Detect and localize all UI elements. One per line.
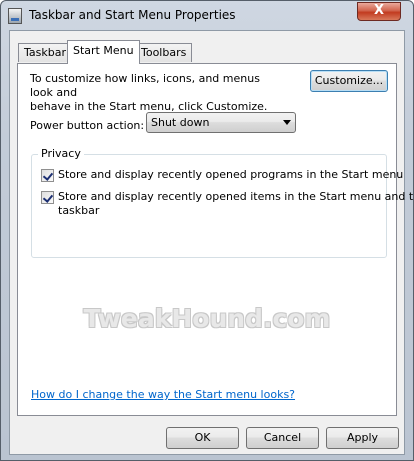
apply-button[interactable]: Apply — [326, 427, 399, 449]
customize-button[interactable]: Customize... — [310, 70, 388, 92]
store-recent-programs-checkbox[interactable] — [41, 169, 54, 182]
dialog-window: Taskbar and Start Menu Properties X Task… — [0, 0, 414, 461]
taskbar-properties-icon — [8, 8, 22, 24]
power-button-label: Power button action: — [30, 119, 145, 132]
tab-taskbar[interactable]: Taskbar — [18, 43, 72, 62]
privacy-group: Privacy Store and display recently opene… — [31, 147, 414, 258]
store-recent-programs-label: Store and display recently opened progra… — [58, 168, 404, 181]
watermark-logo: TweakHound.com — [83, 304, 331, 333]
checkmark-icon — [42, 192, 54, 203]
tab-toolbars[interactable]: Toolbars — [135, 43, 193, 62]
description-line-1: To customize how links, icons, and menus… — [30, 72, 260, 99]
start-menu-tab-page: To customize how links, icons, and menus… — [17, 63, 414, 416]
ok-button[interactable]: OK — [166, 427, 239, 449]
cancel-button[interactable]: Cancel — [246, 427, 319, 449]
dialog-body: Taskbar Start Menu Toolbars To customize… — [9, 30, 414, 455]
window-title: Taskbar and Start Menu Properties — [29, 8, 236, 22]
store-recent-items-checkbox[interactable] — [41, 191, 54, 204]
customize-description: To customize how links, icons, and menus… — [30, 72, 280, 114]
store-recent-items-label-line-2: taskbar — [58, 204, 100, 217]
tab-start-menu[interactable]: Start Menu — [67, 40, 140, 64]
store-recent-items-label: Store and display recently opened items … — [58, 190, 414, 203]
close-button[interactable]: X — [357, 2, 401, 21]
power-button-value: Shut down — [151, 116, 210, 129]
checkmark-icon — [42, 170, 54, 181]
dropdown-arrow-icon — [283, 120, 291, 125]
start-menu-help-link[interactable]: How do I change the way the Start menu l… — [31, 388, 295, 401]
power-button-dropdown[interactable]: Shut down — [146, 112, 296, 133]
title-bar[interactable]: Taskbar and Start Menu Properties X — [1, 1, 413, 31]
privacy-group-label: Privacy — [38, 147, 84, 160]
